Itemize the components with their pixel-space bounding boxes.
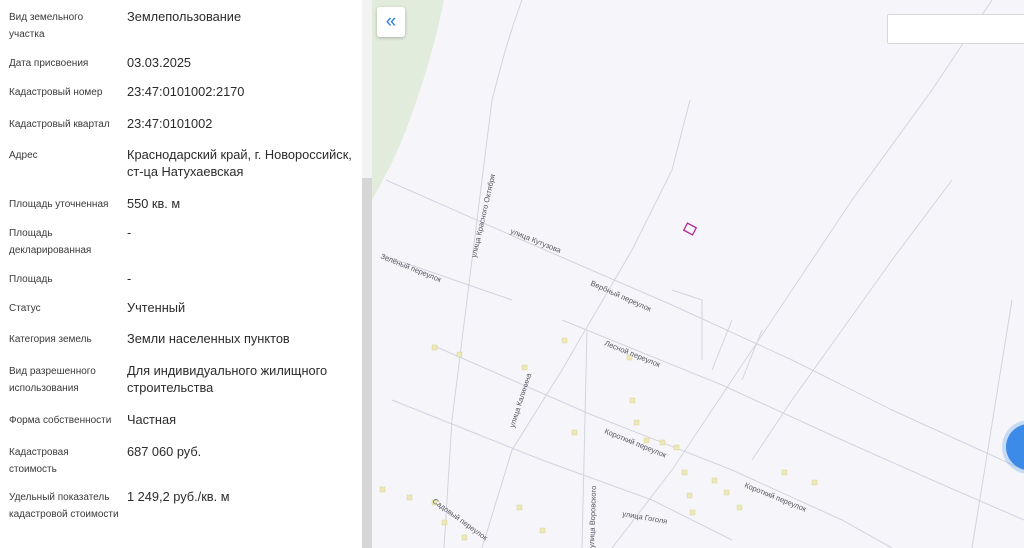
street-label: Короткий переулок <box>603 427 668 460</box>
info-value: 23:47:0101002 <box>127 116 213 131</box>
info-label: Статус <box>9 303 41 314</box>
info-value: 687 060 руб. <box>127 444 202 459</box>
info-value: 03.03.2025 <box>127 55 192 70</box>
street-label: Лесной переулок <box>603 339 662 370</box>
street-label: Садовый переулок <box>431 496 490 542</box>
double-chevron-left-icon: « <box>385 10 397 32</box>
info-value: Краснодарский край, г. Новороссийск, ст-… <box>127 147 352 179</box>
info-label: Площадь <box>9 274 53 285</box>
info-value: Землепользование <box>127 9 242 24</box>
info-label: Вид разрешенного использования <box>9 366 96 394</box>
info-label: Вид земельного участка <box>9 12 84 40</box>
street-label: улица Красного Октября <box>469 173 497 258</box>
info-label: Дата присвоения <box>9 58 89 69</box>
info-label: Удельный показатель кадастровой стоимост… <box>9 492 119 520</box>
street-label: улица Кутузова <box>509 227 563 256</box>
road-network <box>381 0 1024 548</box>
panel-scrollbar-thumb[interactable] <box>362 178 372 548</box>
info-value: Земли населенных пунктов <box>127 331 290 346</box>
street-label: Короткий переулок <box>743 481 808 514</box>
info-value: 550 кв. м <box>127 196 181 211</box>
info-value: - <box>127 225 132 240</box>
cadastral-map[interactable]: улица Красного Октября улица Кутузова Зе… <box>372 0 1024 548</box>
map-search-input[interactable] <box>887 14 1024 44</box>
info-value: Для индивидуального жилищного строительс… <box>127 363 328 395</box>
info-value: Частная <box>127 412 177 427</box>
info-label: Площадь уточненная <box>9 199 109 210</box>
info-label: Площадь декларированная <box>9 228 92 256</box>
info-label: Кадастровый номер <box>9 87 103 98</box>
info-label: Категория земель <box>9 334 92 345</box>
info-value: - <box>127 271 132 286</box>
parcel-info-panel: Вид земельного участка Землепользование … <box>0 0 362 548</box>
info-label: Адрес <box>9 150 38 161</box>
street-label: Зелёный переулок <box>379 252 443 285</box>
info-label: Кадастровый квартал <box>9 119 110 130</box>
collapse-panel-button[interactable]: « <box>377 7 405 37</box>
selected-parcel <box>682 222 698 236</box>
info-label: Форма собственности <box>9 415 112 426</box>
street-label: улица Гоголя <box>622 509 668 526</box>
info-value: Учтенный <box>127 300 186 315</box>
street-label: Вербный переулок <box>589 279 653 314</box>
info-label: Кадастровая стоимость <box>9 447 69 475</box>
street-label: улица Воровского <box>587 486 598 548</box>
map-canvas[interactable]: улица Красного Октября улица Кутузова Зе… <box>372 0 1024 548</box>
info-value: 23:47:0101002:2170 <box>127 84 245 99</box>
info-value: 1 249,2 руб./кв. м <box>127 489 230 504</box>
